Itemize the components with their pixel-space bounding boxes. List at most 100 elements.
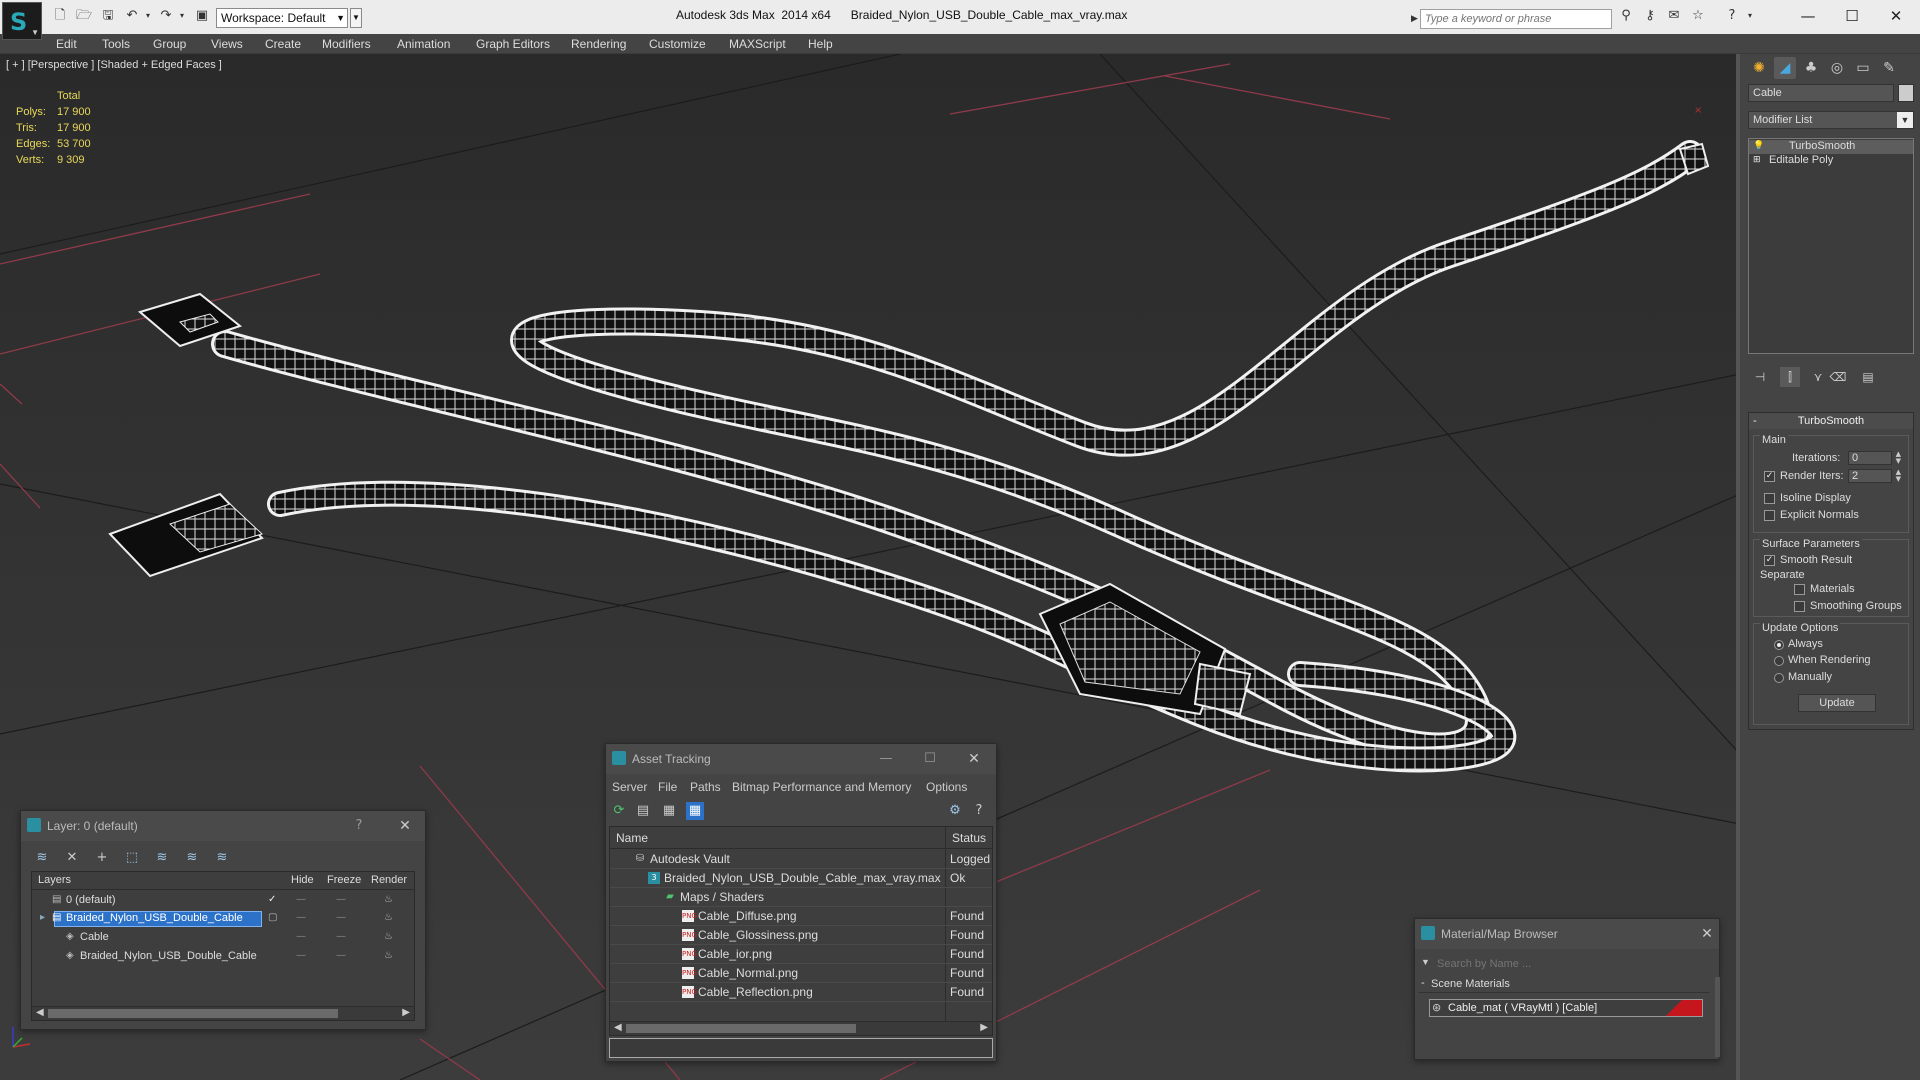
collapse-icon[interactable]: - bbox=[1421, 977, 1425, 989]
iterations-spinner[interactable]: 0 ▲ ▼ bbox=[1848, 451, 1901, 465]
maximize-button[interactable]: ☐ bbox=[1832, 4, 1872, 28]
add-to-layer-icon[interactable]: + bbox=[93, 849, 111, 867]
materials-checkbox[interactable] bbox=[1794, 584, 1805, 595]
layer-row[interactable]: ◈ Cable — — ♨ bbox=[32, 929, 414, 947]
menu-graph-editors[interactable]: Graph Editors bbox=[476, 37, 550, 51]
minimize-button[interactable]: — bbox=[1788, 4, 1828, 28]
modifier-list-dropdown[interactable]: Modifier List ▼ bbox=[1748, 111, 1914, 129]
menu-bitmap-performance[interactable]: Bitmap Performance and Memory bbox=[732, 780, 911, 794]
column-header[interactable]: Layers bbox=[38, 874, 71, 886]
smoothing-groups-checkbox[interactable] bbox=[1794, 601, 1805, 612]
utilities-tab-icon[interactable]: ✎ bbox=[1878, 57, 1900, 79]
update-button[interactable]: Update bbox=[1798, 694, 1876, 712]
remove-modifier-icon[interactable]: ⌫ bbox=[1828, 367, 1848, 387]
table-row[interactable]: PNG Cable_Reflection.png Found bbox=[610, 983, 992, 1002]
list-view-icon[interactable]: ▤ bbox=[634, 802, 652, 820]
scrollbar-thumb[interactable] bbox=[626, 1024, 856, 1033]
help-icon[interactable]: ? bbox=[1724, 8, 1740, 24]
menu-create[interactable]: Create bbox=[265, 37, 301, 51]
smooth-result-checkbox[interactable]: ✓ bbox=[1764, 555, 1775, 566]
menu-customize[interactable]: Customize bbox=[649, 37, 706, 51]
explicit-normals-checkbox[interactable] bbox=[1764, 510, 1775, 521]
table-row[interactable]: 3 Braided_Nylon_USB_Double_Cable_max_vra… bbox=[610, 869, 992, 888]
expand-plus-icon[interactable]: ⊞ bbox=[1753, 155, 1761, 165]
app-menu-button[interactable]: S ▼ bbox=[2, 2, 42, 40]
menu-file[interactable]: File bbox=[658, 780, 677, 794]
horizontal-scrollbar[interactable]: ◀ ▶ bbox=[610, 1021, 992, 1035]
collapse-icon[interactable]: - bbox=[1753, 413, 1757, 429]
expand-icon[interactable]: ▸ bbox=[40, 912, 45, 923]
menu-rendering[interactable]: Rendering bbox=[571, 37, 626, 51]
help-button[interactable]: ? bbox=[349, 816, 369, 836]
create-layer-icon[interactable]: ≋ bbox=[33, 849, 51, 867]
close-icon[interactable]: ✕ bbox=[1697, 924, 1717, 944]
undo-dropdown-icon[interactable]: ▾ bbox=[140, 8, 156, 24]
freeze-toggle[interactable]: — bbox=[336, 950, 346, 961]
workspace-menu-button[interactable]: ▼ bbox=[350, 8, 362, 28]
menu-views[interactable]: Views bbox=[211, 37, 243, 51]
radio-manually[interactable] bbox=[1774, 673, 1784, 683]
column-header[interactable]: Hide bbox=[291, 874, 314, 886]
pin-stack-icon[interactable]: ⊣ bbox=[1750, 367, 1770, 387]
menu-animation[interactable]: Animation bbox=[397, 37, 450, 51]
radio-when-rendering[interactable] bbox=[1774, 656, 1784, 666]
render-teapot-icon[interactable]: ♨ bbox=[384, 894, 393, 905]
panel-title-bar[interactable]: Layer: 0 (default) ? ✕ bbox=[21, 811, 425, 841]
scroll-right-icon[interactable]: ▶ bbox=[402, 1007, 410, 1018]
rollout-header[interactable]: - TurboSmooth bbox=[1749, 413, 1913, 429]
spinner-arrows-icon[interactable]: ▲ ▼ bbox=[1896, 451, 1901, 465]
undo-icon[interactable]: ↶ bbox=[124, 8, 140, 24]
close-button[interactable]: ✕ bbox=[1876, 4, 1916, 28]
display-tab-icon[interactable]: ▭ bbox=[1852, 57, 1874, 79]
key-icon[interactable]: ⚷ bbox=[1642, 8, 1658, 24]
table-row[interactable]: PNG Cable_Diffuse.png Found bbox=[610, 907, 992, 926]
usb-cable-model[interactable] bbox=[211, 140, 1704, 773]
scrollbar-thumb[interactable] bbox=[48, 1009, 338, 1018]
table-view-icon[interactable]: ▦ bbox=[686, 802, 704, 820]
scroll-right-icon[interactable]: ▶ bbox=[980, 1022, 988, 1033]
options-dropdown-icon[interactable]: ▼ bbox=[1421, 957, 1430, 967]
object-color-swatch[interactable] bbox=[1898, 84, 1914, 102]
viewport-label[interactable]: [ + ] [Perspective ] [Shaded + Edged Fac… bbox=[6, 59, 222, 71]
save-icon[interactable]: 🖫 bbox=[100, 8, 116, 24]
menu-options[interactable]: Options bbox=[926, 780, 967, 794]
maximize-button[interactable]: ☐ bbox=[920, 749, 940, 769]
redo-dropdown-icon[interactable]: ▾ bbox=[174, 8, 190, 24]
new-file-icon[interactable]: 🗋 bbox=[52, 8, 68, 24]
column-header[interactable]: Freeze bbox=[327, 874, 361, 886]
layer-row[interactable]: ▤ 0 (default) ✓ — — ♨ bbox=[32, 892, 414, 910]
hide-toggle[interactable]: — bbox=[296, 912, 306, 923]
menu-server[interactable]: Server bbox=[612, 780, 647, 794]
menu-edit[interactable]: Edit bbox=[56, 37, 77, 51]
table-row[interactable]: PNG Cable_ior.png Found bbox=[610, 945, 992, 964]
column-header[interactable]: Name bbox=[616, 831, 648, 845]
column-header[interactable]: Status bbox=[952, 831, 986, 845]
object-name-field[interactable]: Cable bbox=[1748, 84, 1894, 102]
table-row[interactable]: PNG Cable_Normal.png Found bbox=[610, 964, 992, 983]
create-tab-icon[interactable]: ✺ bbox=[1748, 57, 1770, 79]
motion-tab-icon[interactable]: ◎ bbox=[1826, 57, 1848, 79]
scene-materials-section[interactable]: - Scene Materials bbox=[1419, 977, 1709, 993]
table-row[interactable]: PNG Cable_Glossiness.png Found bbox=[610, 926, 992, 945]
search-input[interactable] bbox=[1437, 955, 1717, 973]
minimize-button[interactable]: — bbox=[876, 749, 896, 769]
spinner-arrows-icon[interactable]: ▲ ▼ bbox=[1896, 469, 1901, 483]
binoculars-icon[interactable]: ⚲ bbox=[1618, 8, 1634, 24]
column-header[interactable]: Render bbox=[371, 874, 407, 886]
project-folder-icon[interactable]: ▣ bbox=[194, 8, 210, 24]
panel-title-bar[interactable]: Asset Tracking — ☐ ✕ bbox=[606, 744, 996, 774]
menu-modifiers[interactable]: Modifiers bbox=[322, 37, 371, 51]
search-box[interactable]: ▶ bbox=[1411, 9, 1612, 29]
isoline-display-checkbox[interactable] bbox=[1764, 493, 1775, 504]
workspace-dropdown[interactable]: Workspace: Default ▼ bbox=[216, 8, 348, 28]
chevron-right-icon[interactable]: ▶ bbox=[1411, 13, 1418, 24]
thumbnail-view-icon[interactable]: ▦ bbox=[660, 802, 678, 820]
configure-modifier-sets-icon[interactable]: ▤ bbox=[1858, 367, 1878, 387]
freeze-toggle[interactable]: — bbox=[336, 931, 346, 942]
freeze-all-layers-icon[interactable]: ≋ bbox=[213, 849, 231, 867]
menu-tools[interactable]: Tools bbox=[102, 37, 130, 51]
hide-toggle[interactable]: — bbox=[296, 894, 306, 905]
favorites-star-icon[interactable]: ☆ bbox=[1690, 8, 1706, 24]
help-icon[interactable]: ? bbox=[970, 802, 988, 820]
horizontal-scrollbar[interactable]: ◀ ▶ bbox=[32, 1006, 414, 1020]
